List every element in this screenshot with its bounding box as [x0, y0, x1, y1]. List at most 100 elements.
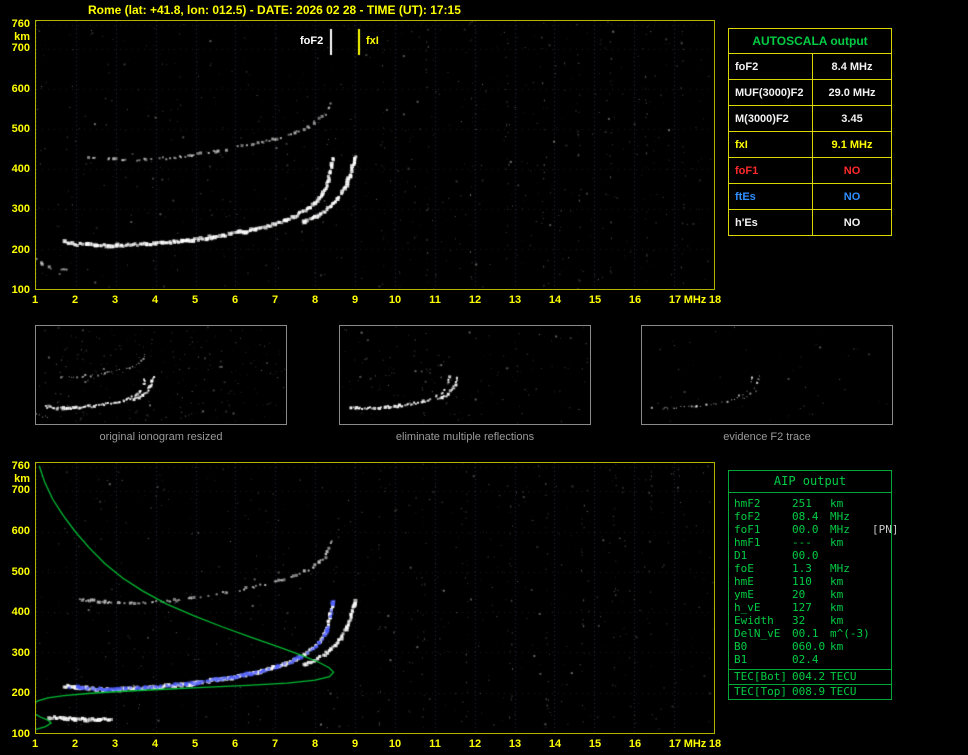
parameter-note	[872, 510, 886, 523]
parameter-note	[872, 588, 886, 601]
parameter-value: 00.0	[792, 523, 830, 536]
parameter-value: 20	[792, 588, 830, 601]
parameter-note	[872, 614, 886, 627]
y-axis-unit-label: km	[2, 31, 30, 43]
y-tick-label: 700	[2, 42, 30, 54]
parameter-name: foF2	[729, 54, 813, 79]
x-tick-label: 17	[669, 294, 681, 306]
autoscala-table-title: AUTOSCALA output	[729, 29, 891, 54]
parameter-note	[872, 549, 886, 562]
parameter-note	[872, 536, 886, 549]
autoscala-table-row: fxI9.1 MHz	[729, 132, 891, 158]
parameter-value: ---	[792, 536, 830, 549]
parameter-name: B1	[734, 653, 792, 666]
parameter-unit: TECU	[830, 685, 872, 699]
autoscala-table-row: MUF(3000)F229.0 MHz	[729, 80, 891, 106]
ionogram-canvas-top	[36, 21, 714, 289]
parameter-value: 004.2	[792, 670, 830, 684]
y-tick-label: 600	[2, 83, 30, 95]
parameter-unit: km	[830, 601, 872, 614]
station-date-time-title: Rome (lat: +41.8, lon: 012.5) - DATE: 20…	[88, 3, 461, 17]
autoscala-table-row: M(3000)F23.45	[729, 106, 891, 132]
x-axis-unit-label: MHz	[684, 738, 707, 750]
parameter-value: 9.1 MHz	[813, 132, 891, 157]
aip-table-row: ymE20km	[729, 588, 891, 601]
x-tick-label: 11	[429, 738, 441, 750]
parameter-value: 29.0 MHz	[813, 80, 891, 105]
x-tick-label: 16	[629, 738, 641, 750]
x-tick-label: 10	[389, 294, 401, 306]
y-tick-label: 700	[2, 484, 30, 496]
thumbnail-caption-f2-trace: evidence F2 trace	[641, 431, 893, 443]
x-tick-label: 9	[352, 294, 358, 306]
parameter-unit: km	[830, 536, 872, 549]
x-tick-label: 17	[669, 738, 681, 750]
parameter-name: M(3000)F2	[729, 106, 813, 131]
thumbnail-caption-original: original ionogram resized	[35, 431, 287, 443]
parameter-value: 110	[792, 575, 830, 588]
parameter-unit: MHz	[830, 510, 872, 523]
x-tick-label: 6	[232, 738, 238, 750]
y-tick-label: 200	[2, 244, 30, 256]
aip-table-row: B102.4	[729, 653, 891, 666]
parameter-unit: MHz	[830, 523, 872, 536]
x-tick-label: 5	[192, 294, 198, 306]
aip-table-row: foF208.4MHz	[729, 510, 891, 523]
parameter-name: foF1	[734, 523, 792, 536]
parameter-note	[872, 601, 886, 614]
x-tick-label: 7	[272, 738, 278, 750]
parameter-note	[872, 653, 886, 666]
parameter-name: B0	[734, 640, 792, 653]
ionogram-canvas-bottom	[36, 463, 714, 733]
autoscala-table-body: foF28.4 MHzMUF(3000)F229.0 MHzM(3000)F23…	[729, 54, 891, 235]
aip-table-row: hmF1---km	[729, 536, 891, 549]
parameter-name: hmE	[734, 575, 792, 588]
x-tick-label: 18	[709, 294, 721, 306]
parameter-unit: km	[830, 640, 872, 653]
x-tick-label: 2	[72, 738, 78, 750]
parameter-name: Ewidth	[734, 614, 792, 627]
parameter-value: 1.3	[792, 562, 830, 575]
parameter-value: 02.4	[792, 653, 830, 666]
autoscala-window: Rome (lat: +41.8, lon: 012.5) - DATE: 20…	[0, 0, 968, 755]
x-tick-label: 3	[112, 294, 118, 306]
y-tick-label: 760	[2, 460, 30, 472]
x-tick-label: 2	[72, 294, 78, 306]
aip-table-row: h_vE127km	[729, 601, 891, 614]
parameter-name: h_vE	[734, 601, 792, 614]
aip-table-row: TEC[Top]008.9TECU	[729, 684, 891, 699]
parameter-note	[872, 670, 886, 684]
parameter-note	[872, 627, 886, 640]
aip-table-row: Ewidth32km	[729, 614, 891, 627]
y-tick-label: 500	[2, 566, 30, 578]
parameter-value: 32	[792, 614, 830, 627]
aip-table-row: hmE110km	[729, 575, 891, 588]
x-tick-label: 4	[152, 294, 158, 306]
y-tick-label: 200	[2, 687, 30, 699]
parameter-value: NO	[813, 158, 891, 183]
parameter-unit: km	[830, 614, 872, 627]
aip-table-row: B0060.0km	[729, 640, 891, 653]
x-tick-label: 4	[152, 738, 158, 750]
parameter-note	[872, 562, 886, 575]
bottom-ionogram-plot	[35, 462, 715, 734]
x-tick-label: 12	[469, 738, 481, 750]
x-tick-label: 14	[549, 738, 561, 750]
y-tick-label: 600	[2, 525, 30, 537]
parameter-name: TEC[Top]	[734, 685, 792, 699]
parameter-name: TEC[Bot]	[734, 670, 792, 684]
thumbnail-original-ionogram	[35, 325, 287, 425]
parameter-value: NO	[813, 184, 891, 209]
y-tick-label: 500	[2, 123, 30, 135]
parameter-note	[872, 575, 886, 588]
parameter-value: 08.4	[792, 510, 830, 523]
parameter-name: hmF1	[734, 536, 792, 549]
x-tick-label: 12	[469, 294, 481, 306]
parameter-value: 00.1	[792, 627, 830, 640]
x-tick-label: 15	[589, 738, 601, 750]
aip-table-row: hmF2251km	[729, 497, 891, 510]
thumbnail-f2-trace	[641, 325, 893, 425]
top-ionogram-plot: foF2 fxI	[35, 20, 715, 290]
x-tick-label: 11	[429, 294, 441, 306]
parameter-name: D1	[734, 549, 792, 562]
